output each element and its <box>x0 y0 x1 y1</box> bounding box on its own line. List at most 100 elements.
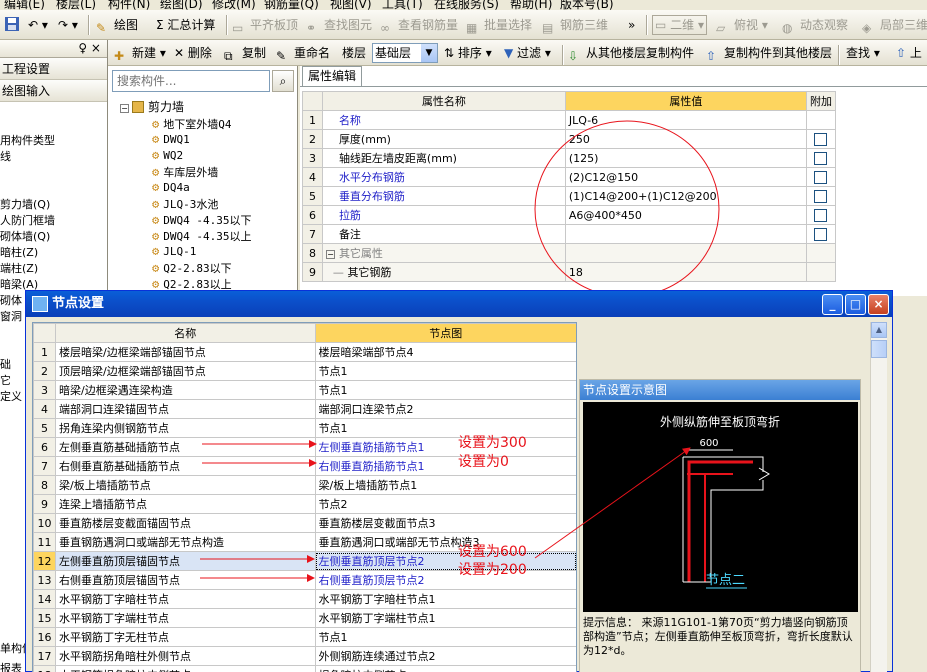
menu-item[interactable]: 版本号(B) <box>560 0 614 10</box>
rebar-3d-button[interactable]: ▤ 钢筋三维 <box>542 16 608 35</box>
node-diagram-value[interactable]: 水平钢筋丁字端柱节点1 <box>314 608 576 628</box>
nav-tree-item[interactable]: 砌体 <box>0 292 22 308</box>
close-icon[interactable]: × <box>868 294 889 315</box>
floor-select[interactable]: 基础层 ▼ <box>372 43 438 63</box>
minimize-icon[interactable]: _ <box>822 294 843 315</box>
copy-button[interactable]: ⧉ 复制 <box>224 44 266 63</box>
dialog-title-bar[interactable]: 节点设置 _ □ × <box>26 291 892 317</box>
node-diagram-value[interactable]: 右侧垂直筋顶层节点2 <box>314 570 576 590</box>
draw-button[interactable]: ✎ 绘图 <box>96 16 138 35</box>
collapse-icon[interactable]: − <box>120 104 129 113</box>
node-row[interactable]: 10 垂直筋楼层变截面锚固节点 垂直筋楼层变截面节点3 <box>33 513 576 533</box>
node-diagram-value[interactable]: 楼层暗梁端部节点4 <box>314 342 576 362</box>
tree-root-shear-wall[interactable]: − 剪力墙 <box>120 98 184 115</box>
nav-tree-item[interactable]: 用构件类型 <box>0 132 55 148</box>
node-diagram-value[interactable]: 节点1 <box>314 627 576 647</box>
menu-item[interactable]: 编辑(E) <box>4 0 45 10</box>
node-diagram-value[interactable]: 外侧钢筋连续通过节点2 <box>314 646 576 666</box>
menu-item[interactable]: 修改(M) <box>212 0 256 10</box>
nav-project-settings[interactable]: 工程设置 <box>0 58 107 80</box>
nav-tree-item[interactable]: 端柱(Z) <box>0 260 38 276</box>
scroll-up-icon[interactable]: ▲ <box>871 322 887 338</box>
tree-item[interactable]: ⚙ JLQ-3水池 <box>152 196 218 212</box>
maximize-icon[interactable]: □ <box>845 294 866 315</box>
redo-icon[interactable]: ↷ ▾ <box>58 16 78 34</box>
tree-item[interactable]: ⚙ Q2-2.83以下 <box>152 260 232 276</box>
menu-item[interactable]: 构件(N) <box>108 0 150 10</box>
node-diagram-value[interactable]: 垂直筋楼层变截面节点3 <box>314 513 576 533</box>
nav-tree-item[interactable]: 础 <box>0 356 11 372</box>
view-mode-select[interactable]: ▭ 二维 ▾ <box>652 15 708 35</box>
node-row[interactable]: 16 水平钢筋丁字无柱节点 节点1 <box>33 627 576 647</box>
menu-item[interactable]: 帮助(H) <box>510 0 552 10</box>
tree-item[interactable]: ⚙ JLQ-1 <box>152 244 196 258</box>
node-row[interactable]: 2 顶层暗梁/边框梁端部锚固节点 节点1 <box>33 361 576 381</box>
menu-item[interactable]: 钢筋量(Q) <box>264 0 319 10</box>
extra-checkbox[interactable] <box>814 208 828 222</box>
node-diagram-value[interactable]: 左侧垂直筋顶层节点2 <box>314 551 576 571</box>
undo-icon[interactable]: ↶ ▾ <box>28 16 48 34</box>
copy-from-floor-button[interactable]: ⇩ 从其他楼层复制构件 <box>568 44 694 63</box>
node-diagram-value[interactable]: 拐角暗柱内侧节点 <box>314 665 576 672</box>
tab-property-edit[interactable]: 属性编辑 <box>302 66 362 86</box>
batch-select-button[interactable]: ▦ 批量选择 <box>466 16 532 35</box>
extra-checkbox[interactable] <box>814 189 828 203</box>
nav-drawing-input[interactable]: 绘图输入 <box>0 80 107 102</box>
vertical-scrollbar[interactable]: ▲ <box>870 322 887 672</box>
tree-item[interactable]: ⚙ DWQ4 -4.35以下 <box>152 212 251 228</box>
node-diagram-value[interactable]: 右侧垂直筋插筋节点1 <box>314 456 576 476</box>
node-row[interactable]: 4 端部洞口连梁锚固节点 端部洞口连梁节点2 <box>33 399 576 419</box>
menu-item[interactable]: 绘图(D) <box>160 0 203 10</box>
local-3d-button[interactable]: ◈ 局部三维 <box>862 16 927 35</box>
nav-tree-item[interactable]: 线 <box>0 148 11 164</box>
save-icon[interactable] <box>4 16 20 34</box>
extra-checkbox[interactable] <box>814 227 828 241</box>
node-diagram-value[interactable]: 节点1 <box>314 418 576 438</box>
node-row[interactable]: 18水平钢筋拐角暗柱内侧节点拐角暗柱内侧节点 <box>33 665 576 672</box>
node-diagram-value[interactable]: 节点1 <box>314 380 576 400</box>
tree-item[interactable]: ⚙ WQ2 <box>152 148 183 162</box>
node-row[interactable]: 17 水平钢筋拐角暗柱外侧节点 外侧钢筋连续通过节点2 <box>33 646 576 666</box>
tree-item[interactable]: ⚙ DWQ1 <box>152 132 190 146</box>
node-row[interactable]: 9 连梁上墙插筋节点 节点2 <box>33 494 576 514</box>
nav-tree-item[interactable]: 暗柱(Z) <box>0 244 38 260</box>
delete-button[interactable]: ✕ 删除 <box>174 44 212 62</box>
nav-tree-item[interactable]: 定义 <box>0 388 22 404</box>
dynamic-observe-button[interactable]: ◍ 动态观察 <box>782 16 848 35</box>
tree-item[interactable]: ⚙ 地下室外墙Q4 <box>152 116 231 132</box>
nav-tree-item[interactable]: 人防门框墙 <box>0 212 55 228</box>
sum-calc-button[interactable]: Σ 汇总计算 <box>156 16 215 34</box>
extra-checkbox[interactable] <box>814 170 828 184</box>
menu-item[interactable]: 工具(T) <box>382 0 423 10</box>
new-button[interactable]: ✚ 新建 ▾ <box>114 44 166 63</box>
nav-tree-item[interactable]: 报表 <box>0 660 22 672</box>
pin-close-icon[interactable]: ♀ × <box>78 41 101 55</box>
node-diagram-value[interactable]: 节点1 <box>314 361 576 381</box>
top-view-button[interactable]: ▱ 俯视 ▾ <box>716 16 768 35</box>
toolbar-overflow[interactable]: » <box>628 16 635 34</box>
tree-item[interactable]: ⚙ DWQ4 -4.35以上 <box>152 228 251 244</box>
extra-checkbox[interactable] <box>814 132 828 146</box>
find-button[interactable]: 查找 ▾ <box>846 44 880 62</box>
node-diagram-value[interactable]: 梁/板上墙插筋节点1 <box>314 475 576 495</box>
nav-tree-item[interactable]: 它 <box>0 372 11 388</box>
filter-button[interactable]: ▼ 过滤 ▾ <box>504 44 551 62</box>
sort-button[interactable]: ⇅ 排序 ▾ <box>444 44 492 62</box>
node-diagram-value[interactable]: 端部洞口连梁节点2 <box>314 399 576 419</box>
scroll-thumb[interactable] <box>871 340 887 358</box>
flat-board-button[interactable]: ▭ 平齐板顶 <box>232 16 298 35</box>
nav-tree-item[interactable]: 剪力墙(Q) <box>0 196 50 212</box>
node-row[interactable]: 15 水平钢筋丁字端柱节点 水平钢筋丁字端柱节点1 <box>33 608 576 628</box>
nav-tree-item[interactable]: 窗洞 <box>0 308 22 324</box>
tree-item[interactable]: ⚙ 车库层外墙 <box>152 164 218 180</box>
tree-item[interactable]: ⚙ DQ4a <box>152 180 190 194</box>
search-icon[interactable]: ⌕ <box>272 70 294 92</box>
menu-item[interactable]: 在线服务(S) <box>434 0 499 10</box>
node-row[interactable]: 8 梁/板上墙插筋节点 梁/板上墙插筋节点1 <box>33 475 576 495</box>
rename-button[interactable]: ✎ 重命名 <box>276 44 330 63</box>
menu-item[interactable]: 楼层(L) <box>56 0 96 10</box>
find-element-button[interactable]: ⚭ 查找图元 <box>306 16 372 35</box>
node-diagram-value[interactable]: 垂直筋遇洞口或端部无节点构造3 <box>314 532 576 552</box>
nav-tree-item[interactable]: 砌体墙(Q) <box>0 228 50 244</box>
node-row[interactable]: 3 暗梁/边框梁遇连梁构造 节点1 <box>33 380 576 400</box>
